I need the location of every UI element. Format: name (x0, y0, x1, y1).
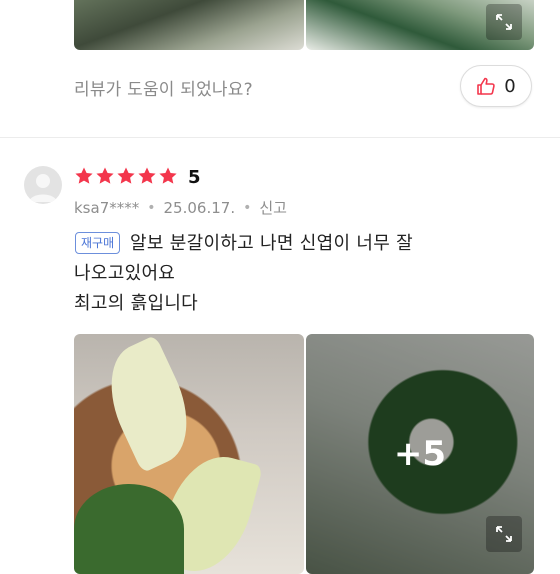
more-photos-count: +5 (393, 434, 447, 474)
report-link[interactable]: 신고 (259, 197, 287, 218)
expand-icon[interactable] (486, 4, 522, 40)
thumbs-up-icon (477, 77, 496, 95)
review-meta: ksa7**** • 25.06.17. • 신고 (74, 197, 287, 218)
review-text-line-1: 알보 분갈이하고 나면 신엽이 너무 잘 (130, 233, 414, 254)
review-date: 25.06.17. (163, 198, 236, 217)
star-rating (74, 166, 178, 186)
separator-dot: • (147, 199, 156, 216)
star-icon (75, 167, 93, 184)
review-text-line-2: 나오고있어요 (74, 263, 176, 284)
repurchase-badge: 재구매 (75, 232, 121, 254)
default-avatar-icon (29, 174, 57, 202)
review-divider (0, 137, 560, 138)
rating-number: 5 (188, 167, 201, 188)
previous-review-photo-1[interactable] (74, 0, 304, 50)
previous-review-photo-2[interactable] (306, 0, 534, 50)
review-text-line-3: 최고의 흙입니다 (74, 293, 199, 314)
helpful-question: 리뷰가 도움이 되었나요? (74, 80, 253, 100)
star-icon (117, 167, 135, 184)
expand-icon[interactable] (486, 516, 522, 552)
avatar (24, 166, 62, 204)
star-icon (138, 167, 156, 184)
username: ksa7**** (74, 198, 140, 217)
review-photo-2[interactable]: +5 (306, 334, 534, 574)
review-photo-1[interactable] (74, 334, 304, 574)
star-icon (96, 167, 114, 184)
helpful-button[interactable]: 0 (460, 65, 532, 107)
star-icon (159, 167, 177, 184)
helpful-count: 0 (504, 75, 516, 97)
separator-dot: • (243, 199, 252, 216)
